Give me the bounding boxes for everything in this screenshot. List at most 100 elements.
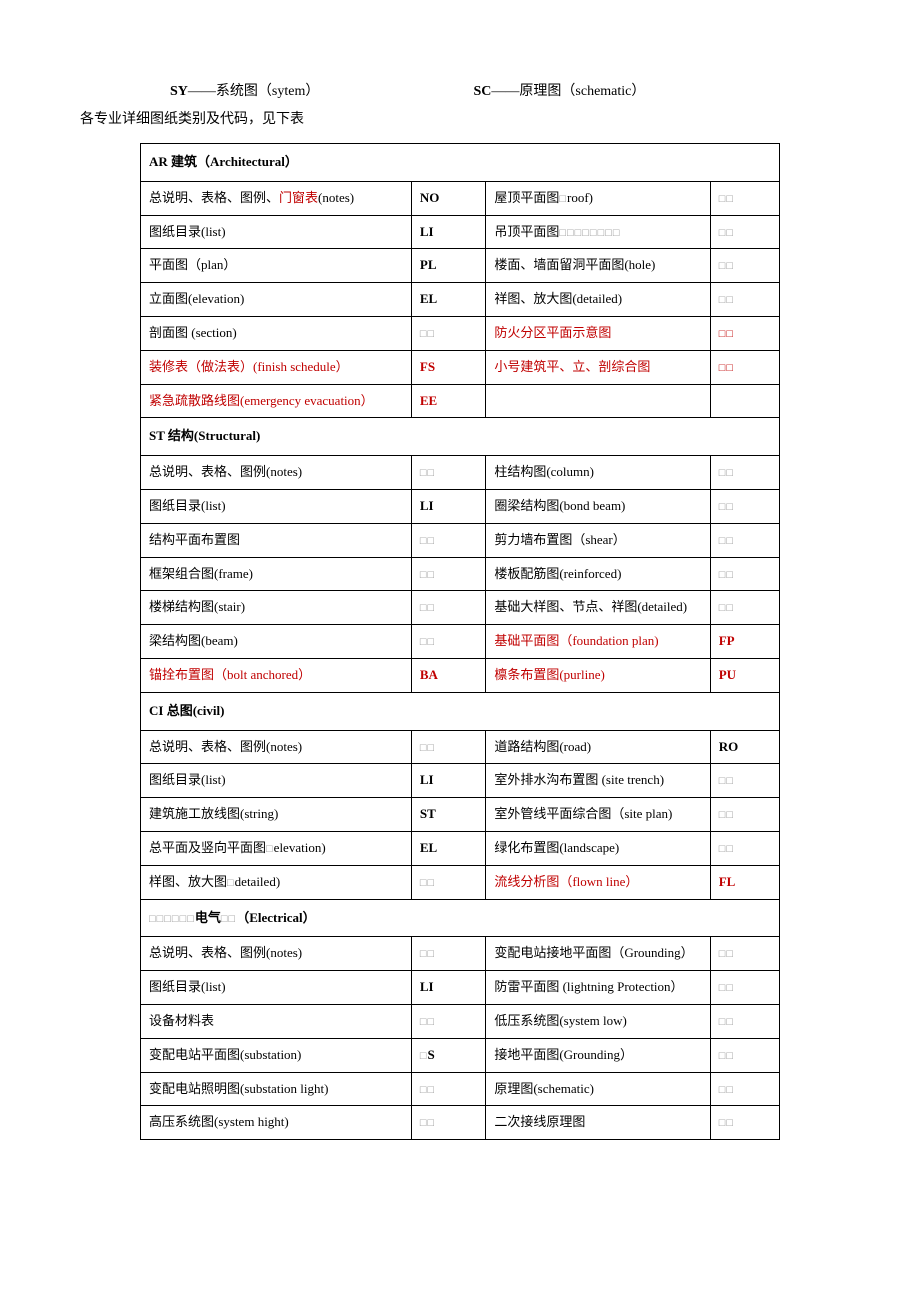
table-row: 变配电站平面图(substation)□S接地平面图(Grounding）□□ xyxy=(141,1038,780,1072)
code-cell: □□ xyxy=(411,557,485,591)
code-cell-right: □□ xyxy=(710,764,779,798)
table-row: 剖面图 (section)□□防火分区平面示意图□□ xyxy=(141,316,780,350)
drawing-name-cell: 装修表（做法表）(finish schedule） xyxy=(141,350,412,384)
code-cell: NO xyxy=(411,181,485,215)
table-row: 建筑施工放线图(string)ST室外管线平面综合图（site plan)□□ xyxy=(141,798,780,832)
code-cell-right: □□ xyxy=(710,831,779,865)
code-cell-right: □□ xyxy=(710,456,779,490)
code-cell-right: □□ xyxy=(710,350,779,384)
code-cell: LI xyxy=(411,489,485,523)
code-cell-right: □□ xyxy=(710,316,779,350)
code-cell: □□ xyxy=(411,730,485,764)
code-cell: □□ xyxy=(411,591,485,625)
table-row: 总说明、表格、图例、门窗表(notes)NO屋顶平面图□roof)□□ xyxy=(141,181,780,215)
code-cell-right: □□ xyxy=(710,523,779,557)
drawing-name-cell: 建筑施工放线图(string) xyxy=(141,798,412,832)
header-line: SY——系统图（sytem） SC——原理图（schematic） xyxy=(60,80,860,100)
drawing-name-cell: 总平面及竖向平面图□elevation) xyxy=(141,831,412,865)
code-cell: LI xyxy=(411,764,485,798)
drawing-name-cell-right: 变配电站接地平面图（Grounding） xyxy=(486,937,710,971)
drawing-name-cell-right: 屋顶平面图□roof) xyxy=(486,181,710,215)
drawing-name-cell: 总说明、表格、图例、门窗表(notes) xyxy=(141,181,412,215)
code-cell-right: □□ xyxy=(710,591,779,625)
code-cell-right: □□ xyxy=(710,971,779,1005)
code-cell: □□ xyxy=(411,456,485,490)
drawing-name-cell-right: 流线分析图（flown line） xyxy=(486,865,710,899)
drawing-name-cell: 总说明、表格、图例(notes) xyxy=(141,456,412,490)
code-cell-right xyxy=(710,384,779,418)
code-cell: □□ xyxy=(411,865,485,899)
table-row: 图纸目录(list)LI室外排水沟布置图 (site trench)□□ xyxy=(141,764,780,798)
drawing-name-cell-right: 圈梁结构图(bond beam) xyxy=(486,489,710,523)
drawing-name-cell: 立面图(elevation) xyxy=(141,283,412,317)
code-cell: □□ xyxy=(411,316,485,350)
table-row: 图纸目录(list)LI圈梁结构图(bond beam)□□ xyxy=(141,489,780,523)
drawing-code-table: AR 建筑（Architectural）总说明、表格、图例、门窗表(notes)… xyxy=(140,143,780,1140)
drawing-name-cell-right: 柱结构图(column) xyxy=(486,456,710,490)
table-row: 图纸目录(list)LI防雷平面图 (lightning Protection）… xyxy=(141,971,780,1005)
code-cell: □□ xyxy=(411,1106,485,1140)
table-row: 样图、放大图□detailed)□□流线分析图（flown line）FL xyxy=(141,865,780,899)
code-cell-right: □□ xyxy=(710,249,779,283)
code-cell: □□ xyxy=(411,523,485,557)
code-cell: ST xyxy=(411,798,485,832)
drawing-name-cell: 总说明、表格、图例(notes) xyxy=(141,730,412,764)
code-cell-right: FP xyxy=(710,625,779,659)
drawing-name-cell: 样图、放大图□detailed) xyxy=(141,865,412,899)
table-row: 楼梯结构图(stair)□□基础大样图、节点、祥图(detailed)□□ xyxy=(141,591,780,625)
drawing-name-cell-right: 道路结构图(road) xyxy=(486,730,710,764)
code-cell: □□ xyxy=(411,1004,485,1038)
table-row: 总平面及竖向平面图□elevation)EL绿化布置图(landscape)□□ xyxy=(141,831,780,865)
drawing-name-cell: 变配电站平面图(substation) xyxy=(141,1038,412,1072)
table-row: 变配电站照明图(substation light)□□原理图(schematic… xyxy=(141,1072,780,1106)
drawing-name-cell-right: 接地平面图(Grounding） xyxy=(486,1038,710,1072)
table-row: 总说明、表格、图例(notes)□□道路结构图(road)RO xyxy=(141,730,780,764)
code-cell-right: PU xyxy=(710,658,779,692)
table-row: 梁结构图(beam)□□基础平面图（foundation plan)FP xyxy=(141,625,780,659)
drawing-name-cell: 设备材料表 xyxy=(141,1004,412,1038)
table-row: 装修表（做法表）(finish schedule）FS小号建筑平、立、剖综合图□… xyxy=(141,350,780,384)
code-cell-right: □□ xyxy=(710,937,779,971)
drawing-name-cell: 框架组合图(frame) xyxy=(141,557,412,591)
drawing-name-cell: 紧急疏散路线图(emergency evacuation） xyxy=(141,384,412,418)
drawing-name-cell: 总说明、表格、图例(notes) xyxy=(141,937,412,971)
subheader: 各专业详细图纸类别及代码，见下表 xyxy=(60,108,860,128)
code-cell: EE xyxy=(411,384,485,418)
code-cell: PL xyxy=(411,249,485,283)
drawing-name-cell: 变配电站照明图(substation light) xyxy=(141,1072,412,1106)
drawing-name-cell-right: 室外排水沟布置图 (site trench) xyxy=(486,764,710,798)
code-cell-right: FL xyxy=(710,865,779,899)
code-cell: □□ xyxy=(411,937,485,971)
code-cell-right: □□ xyxy=(710,1038,779,1072)
section-header: AR 建筑（Architectural） xyxy=(141,144,780,182)
sy-code: SY xyxy=(170,84,188,99)
drawing-name-cell-right: 基础大样图、节点、祥图(detailed) xyxy=(486,591,710,625)
code-cell-right: □□ xyxy=(710,557,779,591)
drawing-name-cell: 锚拴布置图（bolt anchored） xyxy=(141,658,412,692)
code-cell-right: □□ xyxy=(710,798,779,832)
drawing-name-cell-right: 檩条布置图(purline) xyxy=(486,658,710,692)
code-cell: EL xyxy=(411,283,485,317)
code-cell: LI xyxy=(411,215,485,249)
drawing-name-cell-right: 防雷平面图 (lightning Protection） xyxy=(486,971,710,1005)
code-cell: LI xyxy=(411,971,485,1005)
drawing-name-cell: 图纸目录(list) xyxy=(141,215,412,249)
drawing-name-cell-right: 防火分区平面示意图 xyxy=(486,316,710,350)
table-row: 平面图（plan）PL楼面、墙面留洞平面图(hole)□□ xyxy=(141,249,780,283)
table-row: 结构平面布置图□□剪力墙布置图（shear）□□ xyxy=(141,523,780,557)
sy-text: 系统图（sytem） xyxy=(216,84,319,99)
table-row: 图纸目录(list)LI吊顶平面图□□□□□□□□□□ xyxy=(141,215,780,249)
drawing-name-cell-right: 剪力墙布置图（shear） xyxy=(486,523,710,557)
table-row: 锚拴布置图（bolt anchored）BA檩条布置图(purline)PU xyxy=(141,658,780,692)
drawing-name-cell-right: 楼面、墙面留洞平面图(hole) xyxy=(486,249,710,283)
drawing-name-cell-right: 楼板配筋图(reinforced) xyxy=(486,557,710,591)
code-cell-right: RO xyxy=(710,730,779,764)
drawing-name-cell: 平面图（plan） xyxy=(141,249,412,283)
drawing-name-cell: 楼梯结构图(stair) xyxy=(141,591,412,625)
drawing-name-cell: 梁结构图(beam) xyxy=(141,625,412,659)
code-cell-right: □□ xyxy=(710,283,779,317)
table-row: 框架组合图(frame)□□楼板配筋图(reinforced)□□ xyxy=(141,557,780,591)
drawing-name-cell-right: 低压系统图(system low) xyxy=(486,1004,710,1038)
drawing-name-cell: 结构平面布置图 xyxy=(141,523,412,557)
code-cell: EL xyxy=(411,831,485,865)
